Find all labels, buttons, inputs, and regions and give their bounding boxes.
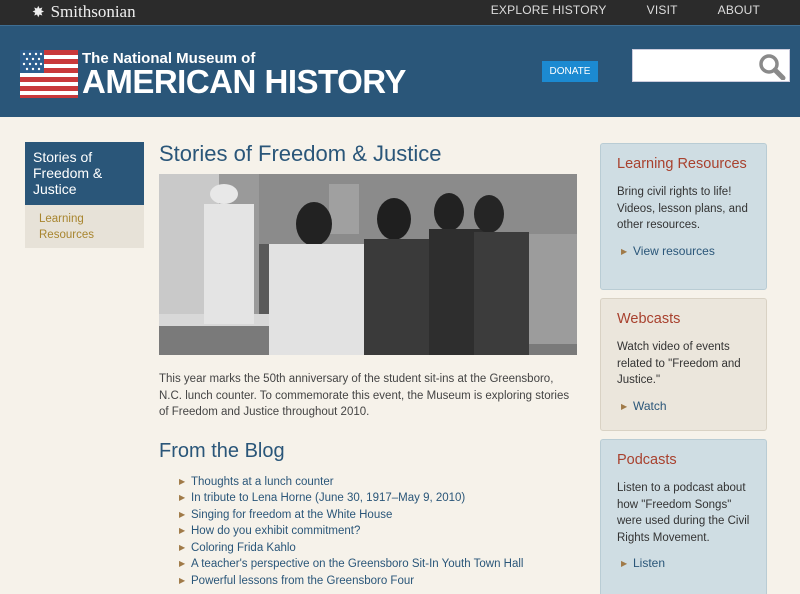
- triangle-bullet-icon: ▶: [621, 246, 628, 256]
- triangle-bullet-icon: ▶: [179, 526, 186, 535]
- blog-post-item[interactable]: ▶ Singing for freedom at the White House: [159, 507, 579, 524]
- triangle-bullet-icon: ▶: [621, 559, 628, 568]
- podcasts-title[interactable]: Podcasts: [617, 452, 750, 468]
- left-nav-current[interactable]: Stories of Freedom & Justice: [25, 142, 144, 205]
- webcasts-title[interactable]: Webcasts: [617, 311, 750, 327]
- blog-post-link[interactable]: Singing for freedom at the White House: [191, 509, 392, 521]
- listen-link[interactable]: ▶ Listen: [617, 556, 750, 570]
- learning-resources-text: Bring civil rights to life! Videos, less…: [617, 186, 748, 231]
- blog-post-item[interactable]: ▶ How do you exhibit commitment?: [159, 523, 579, 540]
- top-bar: ✸ Smithsonian EXPLORE HISTORY VISIT ABOU…: [0, 0, 800, 25]
- top-nav: EXPLORE HISTORY VISIT ABOUT: [491, 0, 800, 25]
- search-input[interactable]: [633, 50, 757, 81]
- smithsonian-label: Smithsonian: [50, 2, 136, 21]
- main-content: Stories of Freedom & Justice This year m…: [159, 140, 579, 589]
- nav-visit[interactable]: VISIT: [647, 0, 678, 25]
- blog-post-link[interactable]: How do you exhibit commitment?: [191, 525, 360, 537]
- donate-button[interactable]: DONATE: [542, 61, 598, 82]
- sunburst-icon: ✸: [32, 4, 45, 21]
- triangle-bullet-icon: ▶: [179, 476, 186, 486]
- podcasts-box: Podcasts Listen to a podcast about how "…: [600, 439, 767, 594]
- lunch-counter-photo: [159, 174, 577, 355]
- triangle-bullet-icon: ▶: [179, 542, 186, 552]
- left-nav: Stories of Freedom & Justice Learning Re…: [25, 142, 144, 248]
- triangle-bullet-icon: ▶: [179, 575, 186, 585]
- learning-resources-title[interactable]: Learning Resources: [617, 156, 750, 172]
- blog-list: ▶ Thoughts at a lunch counter ▶ In tribute…: [159, 474, 579, 590]
- page-title: Stories of Freedom & Justice: [159, 141, 442, 166]
- blog-post-link[interactable]: Thoughts at a lunch counter: [191, 476, 334, 488]
- triangle-bullet-icon: ▶: [621, 401, 628, 411]
- view-resources-label[interactable]: View resources: [633, 244, 715, 258]
- watch-link[interactable]: ▶ Watch: [617, 399, 750, 413]
- blog-post-link[interactable]: Powerful lessons from the Greensboro Fou…: [191, 575, 414, 587]
- listen-label[interactable]: Listen: [633, 556, 665, 570]
- blog-post-item[interactable]: ▶ Coloring Frida Kahlo: [159, 540, 579, 557]
- blog-post-item[interactable]: ▶ A teacher's perspective on the Greensbo…: [159, 556, 579, 573]
- search-icon[interactable]: [757, 52, 787, 80]
- museum-title-big: AMERICAN HISTORY: [82, 63, 406, 100]
- blog-post-item[interactable]: ▶ In tribute to Lena Horne (June 30, 1917…: [159, 490, 579, 507]
- nav-explore-history[interactable]: EXPLORE HISTORY: [491, 0, 607, 25]
- blog-heading: From the Blog: [159, 439, 285, 462]
- left-nav-item-learning-resources[interactable]: Learning Resources: [25, 205, 144, 249]
- nav-about[interactable]: ABOUT: [718, 0, 760, 25]
- triangle-bullet-icon: ▶: [179, 509, 186, 519]
- triangle-bullet-icon: ▶: [179, 559, 186, 568]
- blog-post-item[interactable]: ▶ Thoughts at a lunch counter: [159, 474, 579, 491]
- webcasts-text: Watch video of events related to "Freedo…: [617, 341, 741, 386]
- podcasts-text: Listen to a podcast about how "Freedom S…: [617, 482, 750, 544]
- blog-post-link[interactable]: Coloring Frida Kahlo: [191, 542, 296, 554]
- smithsonian-logo[interactable]: ✸ Smithsonian: [32, 2, 136, 22]
- blog-post-item[interactable]: ▶ Powerful lessons from the Greensboro Fo…: [159, 573, 579, 590]
- flag-logo-icon: [20, 50, 78, 98]
- view-resources-link[interactable]: ▶ View resources: [617, 244, 750, 258]
- triangle-bullet-icon: ▶: [179, 493, 186, 502]
- blog-post-link[interactable]: A teacher's perspective on the Greensbor…: [191, 558, 524, 570]
- watch-label[interactable]: Watch: [633, 399, 667, 413]
- webcasts-box: Webcasts Watch video of events related t…: [600, 298, 767, 431]
- search-box: [632, 49, 790, 82]
- intro-paragraph: This year marks the 50th anniversary of …: [159, 373, 570, 418]
- learning-resources-box: Learning Resources Bring civil rights to…: [600, 143, 767, 290]
- blog-post-link[interactable]: In tribute to Lena Horne (June 30, 1917–…: [191, 492, 465, 504]
